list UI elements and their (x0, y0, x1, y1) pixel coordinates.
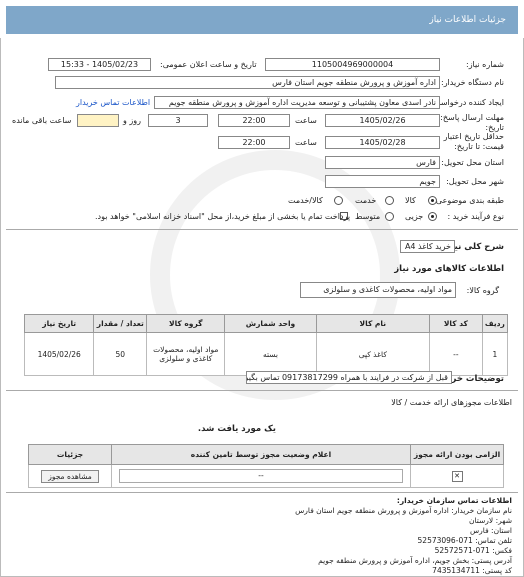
contact-postal: کد پستی: 7435134711 (432, 566, 512, 575)
deadline-time-label: ساعت (295, 116, 317, 125)
cat-goods-service-label: کالا/خدمت (288, 196, 323, 205)
proc-partial-label: جزیی (405, 212, 424, 221)
goods-table: ردیف کد کالا نام کالا واحد شمارش گروه کا… (23, 314, 509, 376)
cat-service-radio[interactable] (385, 196, 394, 205)
proc-partial-radio[interactable] (428, 212, 437, 221)
divider (6, 390, 518, 391)
cell-group: مواد اولیه، محصولات کاغذی و سلولزی (146, 332, 226, 376)
remaining-label: ساعت باقی مانده (12, 116, 72, 125)
contact-address: آدرس پستی: بخش جویم، اداره آموزش و پرورش… (318, 556, 512, 565)
deadline-date-field: 1405/02/26 (325, 114, 440, 127)
col-group: گروه کالا (146, 314, 226, 333)
hours-field (77, 114, 119, 127)
proc-medium-radio[interactable] (385, 212, 394, 221)
payment-note: پرداخت تمام یا بخشی از مبلغ خرید،از محل … (95, 212, 351, 221)
buyer-notes-field: قبل از شرکت در فرایند با همراه 091738172… (246, 371, 452, 384)
divider (6, 492, 518, 493)
page-title: جزئیات اطلاعات نیاز (429, 15, 506, 25)
announce-label: تاریخ و ساعت اعلان عمومی: (160, 60, 257, 69)
col-date: تاریخ نیاز (23, 314, 95, 333)
creator-label: ایجاد کننده درخواست: (430, 98, 504, 107)
permits-table: الزامی بودن ارائه مجوز اعلام وضعیت مجوز … (28, 444, 504, 488)
validity-time-field: 22:00 (218, 136, 290, 149)
city-label: شهر محل تحویل: (446, 177, 504, 186)
contact-phone: تلفن تماس: 071-52573096 (417, 536, 512, 545)
validity-label: حداقل تاریخ اعتبار قیمت: تا تاریخ: (443, 132, 504, 151)
col-qty: تعداد / مقدار (93, 314, 148, 333)
permits-table-header: الزامی بودن ارائه مجوز اعلام وضعیت مجوز … (28, 444, 504, 465)
cell-details: مشاهده مجوز (28, 464, 112, 488)
validity-date-field: 1405/02/28 (325, 136, 440, 149)
cell-unit: بسته (224, 332, 317, 376)
col-unit: واحد شمارش (224, 314, 317, 333)
permits-section-title: اطلاعات مجوزهای ارائه خدمت / کالا (391, 398, 512, 407)
creator-field: نادر اسدی معاون پشتیبانی و توسعه مدیریت … (154, 96, 440, 109)
cell-date: 1405/02/26 (23, 332, 95, 376)
category-label: طبقه بندی موضوعی: (433, 196, 504, 205)
buyer-contact-link[interactable]: اطلاعات تماس خریدار (76, 98, 150, 107)
goods-table-header: ردیف کد کالا نام کالا واحد شمارش گروه کا… (23, 314, 509, 333)
buyer-label: نام دستگاه خریدار: (441, 78, 504, 87)
cat-goods-label: کالا (405, 196, 416, 205)
goods-group-label: گروه کالا: (466, 286, 499, 295)
contact-province: استان: فارس (470, 526, 512, 535)
days-field: 3 (148, 114, 208, 127)
table-row: ✕ -- مشاهده مجوز (28, 464, 504, 488)
permits-count-text: یک مورد یافت شد. (197, 424, 276, 434)
cell-code: -- (428, 332, 483, 376)
cat-service-label: خدمت (355, 196, 377, 205)
col-required: الزامی بودن ارائه مجوز (410, 444, 504, 465)
permit-status-select[interactable]: -- (119, 469, 403, 483)
col-code: کد کالا (428, 314, 483, 333)
cell-name: کاغذ کپی (315, 332, 430, 376)
table-row: 1 -- کاغذ کپی بسته مواد اولیه، محصولات ک… (23, 332, 509, 376)
contact-org: نام سازمان خریدار: اداره آموزش و پرورش م… (295, 506, 512, 515)
buyer-field: اداره آموزش و پرورش منطقه جویم استان فار… (55, 76, 440, 89)
cell-qty: 50 (93, 332, 148, 376)
cell-row: 1 (481, 332, 509, 376)
process-label: نوع فرآیند خرید : (447, 212, 504, 221)
summary-field: خرید کاغذ A4 (400, 240, 455, 253)
province-label: استان محل تحویل: (441, 158, 504, 167)
cell-required: ✕ (410, 464, 504, 488)
cat-goods-service-radio[interactable] (334, 196, 343, 205)
contact-city: شهر: لارستان (468, 516, 512, 525)
deadline-time-field: 22:00 (218, 114, 290, 127)
deadline-label: مهلت ارسال پاسخ: تا تاریخ: (432, 113, 504, 132)
contact-fax: فکس: 071-52572571 (434, 546, 512, 555)
announce-field: 1405/02/23 - 15:33 (48, 58, 151, 71)
goods-group-field: مواد اولیه، محصولات کاغذی و سلولزی (300, 282, 456, 298)
col-name: نام کالا (315, 314, 430, 333)
buyer-contact-info: اطلاعات تماس سازمان خریدار: نام سازمان خ… (295, 496, 512, 576)
proc-medium-label: متوسط (355, 212, 381, 221)
unchecked-box-icon: ✕ (451, 470, 463, 482)
divider (6, 229, 518, 230)
days-label: روز و (123, 116, 141, 125)
province-field: فارس (325, 156, 440, 169)
col-row: ردیف (481, 314, 509, 333)
cat-goods-radio[interactable] (428, 196, 437, 205)
contact-title: اطلاعات تماس سازمان خریدار: (396, 496, 512, 505)
col-status: اعلام وضعیت مجوز توسط تامین کننده (111, 444, 411, 465)
page-header: جزئیات اطلاعات نیاز (6, 6, 518, 34)
validity-time-label: ساعت (295, 138, 317, 147)
city-field: جویم (325, 175, 440, 188)
col-details: جزئیات (28, 444, 112, 465)
need-number-label: شماره نیاز: (466, 60, 504, 69)
view-permit-button[interactable]: مشاهده مجوز (41, 469, 99, 483)
need-number-field: 1105004969000004 (265, 58, 440, 71)
goods-section-title: اطلاعات کالاهای مورد نیاز (394, 264, 504, 274)
cell-status: -- (111, 464, 411, 488)
